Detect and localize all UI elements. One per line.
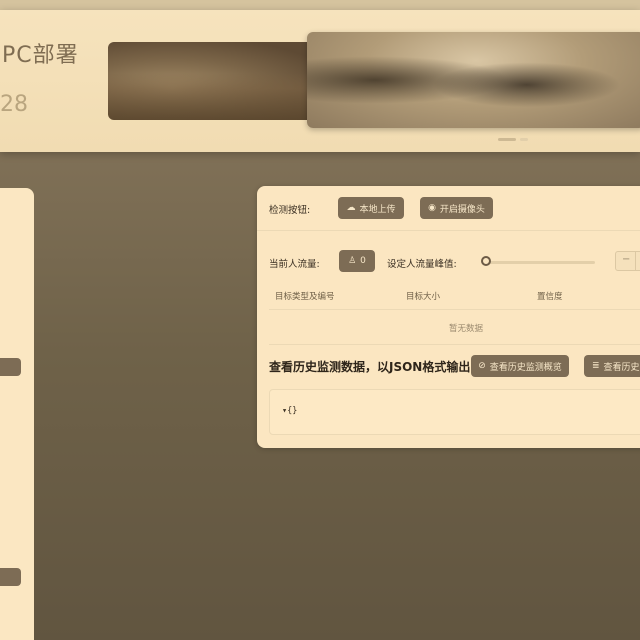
threshold-label: 设定人流量峰值: bbox=[387, 259, 457, 270]
carousel-indicator-active[interactable] bbox=[498, 138, 516, 141]
stepper-minus[interactable]: − bbox=[622, 254, 630, 265]
history-title: 查看历史监测数据，以JSON格式输出 bbox=[269, 360, 471, 374]
history-overview-button[interactable]: ⊘ 查看历史监测概览 bbox=[471, 355, 569, 377]
local-upload-label: 本地上传 bbox=[359, 204, 396, 215]
table-header-type: 目标类型及编号 bbox=[275, 292, 335, 302]
header: PC部署 28 bbox=[0, 10, 640, 152]
left-panel-button[interactable] bbox=[0, 358, 21, 376]
open-camera-button[interactable]: ◉ 开启摄像头 bbox=[420, 197, 493, 219]
carousel-indicator[interactable] bbox=[520, 138, 528, 141]
banner-image-landscape bbox=[108, 42, 322, 120]
left-panel-button[interactable] bbox=[0, 568, 21, 586]
divider bbox=[257, 230, 640, 231]
history-label: 查看历史 bbox=[603, 362, 640, 373]
detection-card: 检测按钮: ☁ 本地上传 ◉ 开启摄像头 当前人流量: ♙ 0 设定人流量峰值:… bbox=[257, 186, 640, 448]
json-tree[interactable]: ▾{} bbox=[282, 406, 297, 416]
page-subtitle: 28 bbox=[0, 92, 28, 117]
table-bottom-divider bbox=[269, 344, 640, 345]
table-empty-text: 暂无数据 bbox=[449, 324, 484, 334]
current-flow-badge[interactable]: ♙ 0 bbox=[339, 250, 375, 272]
page-title: PC部署 bbox=[2, 43, 79, 68]
eye-icon: ◉ bbox=[428, 202, 436, 213]
table-header-divider bbox=[269, 309, 640, 310]
history-button[interactable]: ≣ 查看历史 bbox=[584, 355, 640, 377]
top-strip bbox=[0, 0, 640, 10]
banner-image-clouds[interactable] bbox=[307, 32, 640, 128]
current-flow-value: 0 bbox=[360, 256, 366, 266]
table-header-confidence: 置信度 bbox=[537, 292, 563, 302]
history-overview-label: 查看历史监测概览 bbox=[489, 362, 562, 373]
left-panel bbox=[0, 188, 34, 640]
local-upload-button[interactable]: ☁ 本地上传 bbox=[338, 197, 404, 219]
table-header-size: 目标大小 bbox=[406, 292, 441, 302]
stepper-divider bbox=[635, 252, 636, 270]
threshold-stepper[interactable]: − bbox=[615, 251, 640, 271]
threshold-slider-handle[interactable] bbox=[481, 256, 491, 266]
link-icon: ⊘ bbox=[478, 360, 486, 371]
database-icon: ≣ bbox=[592, 360, 600, 371]
json-output: ▾{} bbox=[269, 389, 640, 435]
detect-label: 检测按钮: bbox=[269, 205, 311, 216]
cloud-upload-icon: ☁ bbox=[346, 202, 356, 213]
threshold-slider-track[interactable] bbox=[487, 261, 595, 264]
current-flow-label: 当前人流量: bbox=[269, 259, 320, 270]
user-icon: ♙ bbox=[348, 255, 357, 266]
open-camera-label: 开启摄像头 bbox=[439, 204, 485, 215]
